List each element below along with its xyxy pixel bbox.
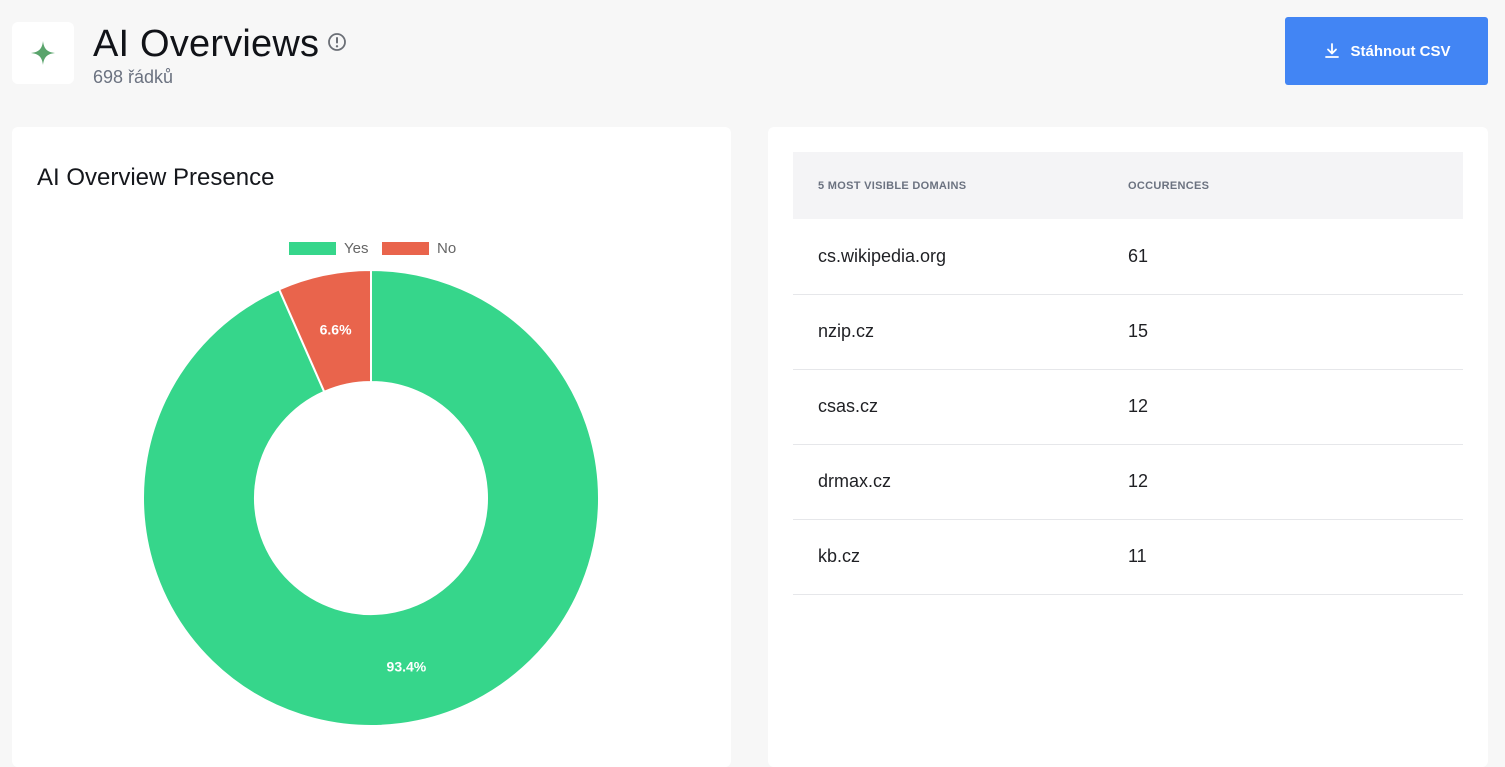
info-icon[interactable]: [327, 32, 347, 52]
legend-swatch-no[interactable]: [382, 242, 429, 255]
table-header-row: 5 MOST VISIBLE DOMAINS OCCURENCES: [793, 152, 1463, 219]
app-logo: [12, 22, 74, 84]
page-title: AI Overviews: [93, 23, 320, 65]
legend-label-no[interactable]: No: [437, 240, 456, 257]
presence-donut-chart: Yes No 93.4% 6.6%: [142, 240, 600, 727]
row-count: 698 řádků: [93, 67, 174, 87]
header-domains: 5 MOST VISIBLE DOMAINS: [818, 179, 967, 192]
header-occurrences: OCCURENCES: [1128, 179, 1210, 192]
legend-label-yes[interactable]: Yes: [344, 240, 368, 257]
table-row: csas.cz 12: [793, 369, 1463, 445]
occurrence-cell: 12: [1128, 444, 1463, 520]
domains-card: 5 MOST VISIBLE DOMAINS OCCURENCES cs.wik…: [768, 127, 1488, 767]
slice-label-no: 6.6%: [320, 322, 352, 338]
occurrence-cell: 11: [1128, 519, 1463, 595]
domain-cell: nzip.cz: [793, 294, 1128, 370]
domains-table: 5 MOST VISIBLE DOMAINS OCCURENCES cs.wik…: [793, 152, 1463, 595]
slice-label-yes: 93.4%: [387, 658, 427, 674]
table-row: nzip.cz 15: [793, 294, 1463, 370]
download-icon: [1324, 43, 1339, 58]
download-csv-button[interactable]: Stáhnout CSV: [1285, 17, 1488, 85]
sparkle-icon: [31, 41, 55, 65]
occurrence-cell: 61: [1128, 219, 1463, 295]
occurrence-cell: 15: [1128, 294, 1463, 370]
download-csv-label: Stáhnout CSV: [1350, 42, 1451, 60]
presence-card: AI Overview Presence Yes No 93.4% 6.6%: [12, 127, 731, 767]
legend-swatch-yes[interactable]: [289, 242, 336, 255]
domain-cell: kb.cz: [793, 519, 1128, 595]
domain-cell: csas.cz: [793, 369, 1128, 445]
table-row: kb.cz 11: [793, 519, 1463, 595]
occurrence-cell: 12: [1128, 369, 1463, 445]
domain-cell: cs.wikipedia.org: [793, 219, 1128, 295]
page-header: AI Overviews 698 řádků Stáhnout CSV: [0, 0, 1505, 110]
domain-cell: drmax.cz: [793, 444, 1128, 520]
table-row: drmax.cz 12: [793, 444, 1463, 520]
table-row: cs.wikipedia.org 61: [793, 219, 1463, 295]
